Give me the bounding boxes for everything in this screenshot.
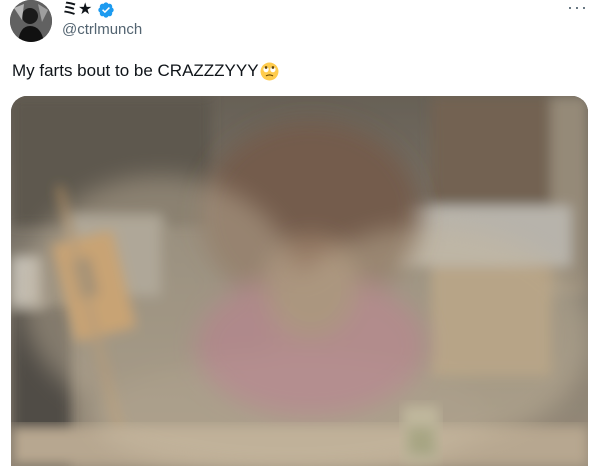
- tweet-media-video[interactable]: [11, 96, 588, 466]
- more-options-icon[interactable]: ···: [567, 0, 588, 16]
- avatar-image: [10, 0, 52, 42]
- hazy-kitchen-scene-image: [11, 96, 588, 466]
- author-name-row[interactable]: ミ★: [62, 1, 115, 19]
- verified-badge-icon: [98, 2, 115, 18]
- author-handle[interactable]: @ctrlmunch: [62, 21, 142, 38]
- tweet-body: My farts bout to be CRAZZZYYY: [12, 61, 259, 80]
- rolling-eyes-emoji-icon: [260, 62, 279, 80]
- avatar[interactable]: [10, 0, 52, 42]
- display-name[interactable]: ミ★: [62, 1, 92, 19]
- tweet-text: My farts bout to be CRAZZZYYY: [12, 60, 279, 82]
